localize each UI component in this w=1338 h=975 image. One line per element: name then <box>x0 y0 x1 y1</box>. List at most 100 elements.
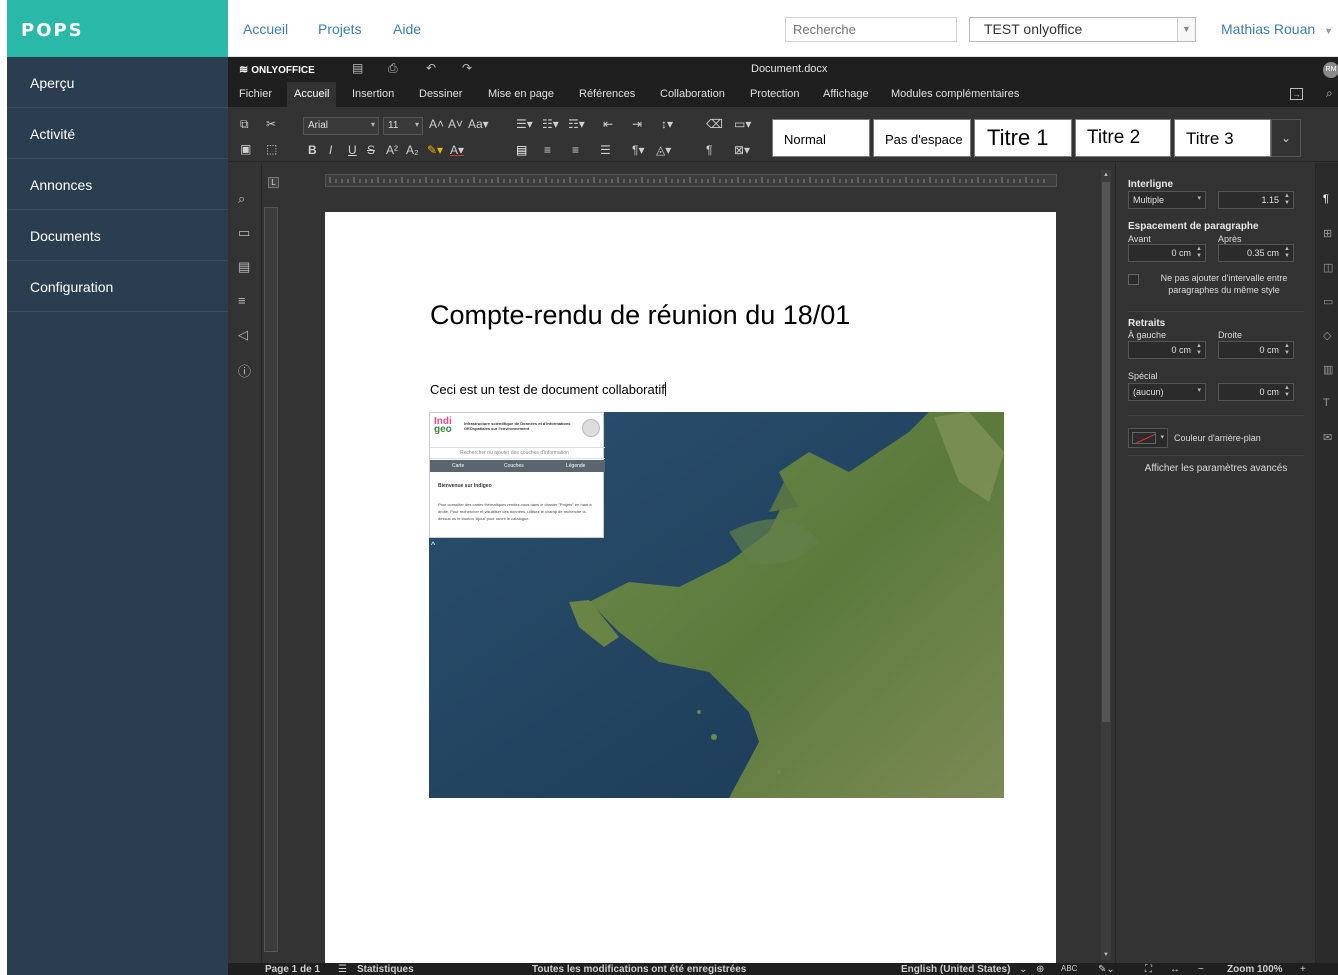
clear-style-icon[interactable]: ⌫ <box>706 117 723 131</box>
open-location-icon[interactable]: → <box>1290 88 1303 100</box>
mail-merge-icon[interactable]: ✉ <box>1323 431 1332 444</box>
spinner-icon[interactable]: ▲ ▼ <box>1196 343 1202 357</box>
tab-accueil[interactable]: Accueil <box>287 82 337 107</box>
sidebar-item-configuration[interactable]: Configuration <box>7 261 228 312</box>
shading-icon[interactable]: ◬▾ <box>656 143 671 157</box>
bullets-icon[interactable]: ☰▾ <box>516 117 533 131</box>
image-settings-icon[interactable]: ◫ <box>1323 261 1333 274</box>
styles-more-button[interactable]: ⌄ <box>1271 119 1301 157</box>
tab-fichier[interactable]: Fichier <box>239 88 272 100</box>
subscript-icon[interactable]: A₂ <box>406 143 419 157</box>
document-heading[interactable]: Compte-rendu de réunion du 18/01 <box>430 300 850 331</box>
undo-icon[interactable]: ↶ <box>426 61 436 75</box>
tab-affichage[interactable]: Affichage <box>823 88 869 100</box>
strikethrough-icon[interactable]: S <box>367 143 375 157</box>
document-scrollbar[interactable]: ▲ ▼ <box>1101 170 1111 960</box>
sidebar-item-documents[interactable]: Documents <box>7 210 228 261</box>
paragraph-settings-icon[interactable]: ¶ <box>1323 193 1329 205</box>
page-indicator[interactable]: Page 1 de 1 <box>265 964 320 975</box>
horizontal-ruler[interactable] <box>325 174 1057 187</box>
nav-accueil[interactable]: Accueil <box>243 21 288 37</box>
spinner-icon[interactable]: ▲ ▼ <box>1284 193 1290 207</box>
search-icon[interactable]: ⌕ <box>1326 86 1333 101</box>
highlight-icon[interactable]: ✎▾ <box>427 143 443 157</box>
style-heading-3[interactable]: Titre 3 <box>1174 119 1271 157</box>
avatar[interactable]: RM <box>1323 62 1338 78</box>
align-left-icon[interactable]: ▤ <box>516 143 527 157</box>
shape-settings-icon[interactable]: ◇ <box>1323 329 1331 342</box>
style-normal[interactable]: Normal <box>772 119 870 157</box>
paragraph-marks-icon[interactable]: ¶▾ <box>632 143 644 157</box>
scroll-up-icon[interactable]: ▲ <box>1101 170 1111 180</box>
document-paragraph[interactable]: Ceci est un test de document collaborati… <box>430 382 666 397</box>
tab-protection[interactable]: Protection <box>750 88 800 100</box>
tab-modules[interactable]: Modules complémentaires <box>891 88 1019 100</box>
style-heading-1[interactable]: Titre 1 <box>974 119 1072 157</box>
special-indent-select[interactable]: (aucun) ▾ <box>1128 383 1206 401</box>
document-page[interactable]: Compte-rendu de réunion du 18/01 Ceci es… <box>325 212 1056 975</box>
zoom-out-icon[interactable]: − <box>1198 964 1204 975</box>
no-interval-checkbox[interactable] <box>1128 274 1139 285</box>
font-color-icon[interactable]: A▾ <box>450 143 464 157</box>
fit-width-icon[interactable]: ↔ <box>1170 964 1180 975</box>
feedback-icon[interactable]: ◁ <box>238 327 248 343</box>
search-icon[interactable]: ⌕ <box>238 191 245 207</box>
advanced-settings-link[interactable]: Afficher les paramètres avancés <box>1116 463 1316 474</box>
project-select[interactable]: TEST onlyoffice ▼ <box>969 17 1196 42</box>
tab-mise-en-page[interactable]: Mise en page <box>488 88 554 100</box>
chat-icon[interactable]: ▤ <box>238 259 250 275</box>
indent-right-field[interactable]: 0 cm ▲ ▼ <box>1218 341 1294 359</box>
globe-icon[interactable]: ⊕ <box>1036 964 1044 975</box>
tab-stop-selector[interactable]: L <box>268 177 279 188</box>
sidebar-item-activite[interactable]: Activité <box>7 108 228 159</box>
italic-icon[interactable]: I <box>329 143 332 157</box>
nav-aide[interactable]: Aide <box>393 21 421 37</box>
font-size-select[interactable]: 11 ▾ <box>383 117 423 135</box>
spinner-icon[interactable]: ▲ ▼ <box>1284 246 1290 260</box>
copy-icon[interactable]: ⧉ <box>240 117 249 132</box>
special-indent-field[interactable]: 0 cm ▲ ▼ <box>1218 383 1294 401</box>
statistics-button[interactable]: Statistiques <box>357 964 414 975</box>
save-icon[interactable]: ▤ <box>352 61 363 75</box>
nonprinting-icon[interactable]: ¶ <box>706 143 712 157</box>
spinner-icon[interactable]: ▲ ▼ <box>1284 385 1290 399</box>
insert-image-icon[interactable]: ⊠▾ <box>734 143 750 157</box>
scrollbar-thumb[interactable] <box>1102 182 1110 722</box>
indent-left-field[interactable]: 0 cm ▲ ▼ <box>1128 341 1206 359</box>
increase-indent-icon[interactable]: ⇥ <box>632 117 642 131</box>
spellcheck-icon[interactable]: ABC <box>1061 964 1077 973</box>
statistics-icon[interactable]: ☰ <box>338 964 347 975</box>
decrease-font-icon[interactable]: A˅ <box>448 117 463 131</box>
change-case-icon[interactable]: Aa▾ <box>468 117 489 131</box>
header-footer-icon[interactable]: ▭ <box>1323 295 1333 308</box>
embedded-map-image[interactable]: Indi geo Infrastructure scientifique de … <box>429 412 1004 798</box>
select-all-icon[interactable]: ⬚ <box>266 142 277 156</box>
spinner-icon[interactable]: ▲ ▼ <box>1196 246 1202 260</box>
paste-icon[interactable]: ▣ <box>240 142 251 156</box>
tab-references[interactable]: Références <box>579 88 635 100</box>
textart-settings-icon[interactable]: T <box>1323 397 1330 409</box>
zoom-in-icon[interactable]: + <box>1300 964 1306 975</box>
numbering-icon[interactable]: ☷▾ <box>542 117 559 131</box>
track-changes-icon[interactable]: ✎⌄ <box>1098 964 1115 975</box>
spacing-after-field[interactable]: 0.35 cm ▲ ▼ <box>1218 244 1294 262</box>
search-input[interactable] <box>785 17 957 42</box>
fit-page-icon[interactable]: ⛶ <box>1145 964 1152 975</box>
underline-icon[interactable]: U <box>348 143 357 157</box>
bold-icon[interactable]: B <box>308 143 317 157</box>
style-no-spacing[interactable]: Pas d'espace <box>873 119 971 157</box>
chart-settings-icon[interactable]: ▥ <box>1323 363 1333 376</box>
style-heading-2[interactable]: Titre 2 <box>1075 119 1171 157</box>
font-name-select[interactable]: Arial ▾ <box>303 117 379 135</box>
superscript-icon[interactable]: A² <box>386 143 398 157</box>
print-icon[interactable]: ⎙ <box>388 61 398 76</box>
pops-logo[interactable]: POPS <box>7 0 228 57</box>
spacing-before-field[interactable]: 0 cm ▲ ▼ <box>1128 244 1206 262</box>
user-menu[interactable]: Mathias Rouan ▼ <box>1221 21 1333 37</box>
vertical-ruler[interactable] <box>264 207 278 952</box>
line-spacing-value-field[interactable]: 1.15 ▲ ▼ <box>1218 191 1294 209</box>
redo-icon[interactable]: ↷ <box>462 61 472 75</box>
tab-insertion[interactable]: Insertion <box>352 88 394 100</box>
multilevel-icon[interactable]: ☶▾ <box>568 117 585 131</box>
align-center-icon[interactable]: ≡ <box>544 143 551 157</box>
